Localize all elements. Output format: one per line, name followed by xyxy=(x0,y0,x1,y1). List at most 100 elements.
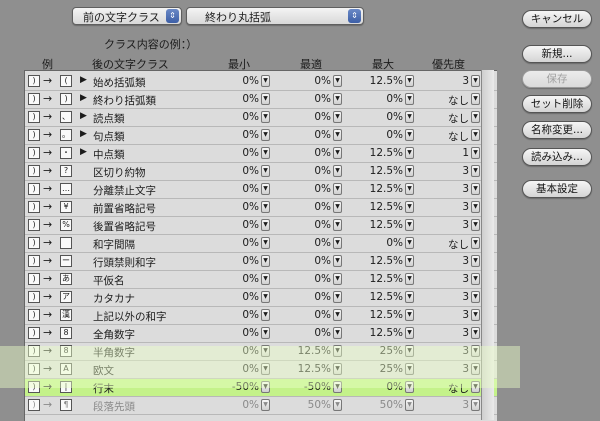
priority-popup-icon[interactable]: ▼ xyxy=(471,309,480,321)
opt-value[interactable]: 0% xyxy=(287,111,331,123)
max-value[interactable]: 25% xyxy=(359,363,403,375)
priority-value[interactable]: 3 xyxy=(425,327,469,339)
max-popup-icon[interactable]: ▼ xyxy=(405,147,414,159)
max-popup-icon[interactable]: ▼ xyxy=(405,309,414,321)
priority-value[interactable]: 3 xyxy=(425,75,469,87)
priority-value[interactable]: 3 xyxy=(425,219,469,231)
opt-popup-icon[interactable]: ▼ xyxy=(333,165,342,177)
min-value[interactable]: 0% xyxy=(215,201,259,213)
max-value[interactable]: 12.5% xyxy=(359,75,403,87)
previous-class-select[interactable]: 前の文字クラス ⇕ xyxy=(72,7,182,25)
opt-popup-icon[interactable]: ▼ xyxy=(333,345,342,357)
min-value[interactable]: 0% xyxy=(215,129,259,141)
priority-popup-icon[interactable]: ▼ xyxy=(471,165,480,177)
min-value[interactable]: 0% xyxy=(215,291,259,303)
opt-value[interactable]: 0% xyxy=(287,219,331,231)
priority-popup-icon[interactable]: ▼ xyxy=(471,345,480,357)
min-value[interactable]: 0% xyxy=(215,327,259,339)
opt-value[interactable]: -50% xyxy=(287,381,331,393)
min-value[interactable]: 0% xyxy=(215,75,259,87)
priority-value[interactable]: 3 xyxy=(425,255,469,267)
min-value[interactable]: 0% xyxy=(215,93,259,105)
max-value[interactable]: 0% xyxy=(359,111,403,123)
opt-value[interactable]: 0% xyxy=(287,255,331,267)
priority-value[interactable]: なし xyxy=(425,237,469,252)
opt-popup-icon[interactable]: ▼ xyxy=(333,327,342,339)
priority-popup-icon[interactable]: ▼ xyxy=(471,237,480,249)
save-button[interactable]: 保存 xyxy=(522,70,592,88)
priority-popup-icon[interactable]: ▼ xyxy=(471,147,480,159)
min-popup-icon[interactable]: ▼ xyxy=(261,111,270,123)
min-popup-icon[interactable]: ▼ xyxy=(261,291,270,303)
table-row[interactable]: ) → A 欧文 0% ▼ 12.5% ▼ 25% ▼ 3 ▼ xyxy=(25,361,497,379)
opt-value[interactable]: 0% xyxy=(287,147,331,159)
max-value[interactable]: 0% xyxy=(359,93,403,105)
max-popup-icon[interactable]: ▼ xyxy=(405,219,414,231)
opt-popup-icon[interactable]: ▼ xyxy=(333,183,342,195)
min-popup-icon[interactable]: ▼ xyxy=(261,381,270,393)
min-value[interactable]: 0% xyxy=(215,345,259,357)
max-value[interactable]: 0% xyxy=(359,381,403,393)
cancel-button[interactable]: キャンセル xyxy=(522,10,592,28)
disclosure-triangle-icon[interactable]: ▶ xyxy=(80,111,87,121)
opt-popup-icon[interactable]: ▼ xyxy=(333,201,342,213)
priority-popup-icon[interactable]: ▼ xyxy=(471,129,480,141)
table-row[interactable]: ) → アカタカナ 0% ▼ 0% ▼ 12.5% ▼ 3 ▼ xyxy=(25,289,497,307)
opt-popup-icon[interactable]: ▼ xyxy=(333,147,342,159)
priority-value[interactable]: 3 xyxy=(425,345,469,357)
table-row[interactable]: ) →、 ▶ 読点類 0% ▼ 0% ▼ 0% ▼ なし ▼ xyxy=(25,109,497,127)
min-value[interactable]: 0% xyxy=(215,111,259,123)
priority-popup-icon[interactable]: ▼ xyxy=(471,255,480,267)
priority-popup-icon[interactable]: ▼ xyxy=(471,327,480,339)
max-popup-icon[interactable]: ▼ xyxy=(405,345,414,357)
priority-value[interactable]: 3 xyxy=(425,363,469,375)
min-value[interactable]: 0% xyxy=(215,219,259,231)
opt-popup-icon[interactable]: ▼ xyxy=(333,273,342,285)
priority-value[interactable]: 3 xyxy=(425,291,469,303)
min-popup-icon[interactable]: ▼ xyxy=(261,345,270,357)
opt-value[interactable]: 0% xyxy=(287,309,331,321)
priority-popup-icon[interactable]: ▼ xyxy=(471,219,480,231)
max-popup-icon[interactable]: ▼ xyxy=(405,381,414,393)
min-value[interactable]: -50% xyxy=(215,381,259,393)
table-row[interactable]: ) → 8 半角数字 0% ▼ 12.5% ▼ 25% ▼ 3 ▼ xyxy=(25,343,497,361)
min-popup-icon[interactable]: ▼ xyxy=(261,399,270,411)
opt-value[interactable]: 12.5% xyxy=(287,345,331,357)
priority-value[interactable]: 3 xyxy=(425,165,469,177)
min-popup-icon[interactable]: ▼ xyxy=(261,309,270,321)
max-popup-icon[interactable]: ▼ xyxy=(405,165,414,177)
table-row[interactable]: ) → ・ ▶ 中点類 0% ▼ 0% ▼ 12.5% ▼ 1 ▼ xyxy=(25,145,497,163)
priority-popup-icon[interactable]: ▼ xyxy=(471,291,480,303)
max-popup-icon[interactable]: ▼ xyxy=(405,129,414,141)
max-value[interactable]: 0% xyxy=(359,129,403,141)
max-popup-icon[interactable]: ▼ xyxy=(405,399,414,411)
min-popup-icon[interactable]: ▼ xyxy=(261,237,270,249)
max-popup-icon[interactable]: ▼ xyxy=(405,93,414,105)
max-value[interactable]: 12.5% xyxy=(359,255,403,267)
end-class-select[interactable]: 終わり丸括弧 ⇕ xyxy=(186,7,364,25)
opt-value[interactable]: 0% xyxy=(287,273,331,285)
min-popup-icon[interactable]: ▼ xyxy=(261,327,270,339)
min-value[interactable]: 0% xyxy=(215,363,259,375)
priority-value[interactable]: なし xyxy=(425,111,469,126)
opt-popup-icon[interactable]: ▼ xyxy=(333,237,342,249)
min-value[interactable]: 0% xyxy=(215,309,259,321)
max-popup-icon[interactable]: ▼ xyxy=(405,273,414,285)
max-popup-icon[interactable]: ▼ xyxy=(405,237,414,249)
max-popup-icon[interactable]: ▼ xyxy=(405,327,414,339)
min-value[interactable]: 0% xyxy=(215,255,259,267)
priority-popup-icon[interactable]: ▼ xyxy=(471,381,480,393)
opt-value[interactable]: 0% xyxy=(287,93,331,105)
opt-popup-icon[interactable]: ▼ xyxy=(333,111,342,123)
table-row[interactable]: ) → | 行末 -50% ▼ -50% ▼ 0% ▼ なし ▼ xyxy=(25,379,497,397)
min-popup-icon[interactable]: ▼ xyxy=(261,165,270,177)
opt-popup-icon[interactable]: ▼ xyxy=(333,93,342,105)
rename-button[interactable]: 名称変更... xyxy=(522,121,592,139)
priority-popup-icon[interactable]: ▼ xyxy=(471,363,480,375)
min-value[interactable]: 0% xyxy=(215,165,259,177)
opt-popup-icon[interactable]: ▼ xyxy=(333,255,342,267)
opt-popup-icon[interactable]: ▼ xyxy=(333,309,342,321)
opt-value[interactable]: 0% xyxy=(287,165,331,177)
min-popup-icon[interactable]: ▼ xyxy=(261,273,270,285)
priority-popup-icon[interactable]: ▼ xyxy=(471,201,480,213)
